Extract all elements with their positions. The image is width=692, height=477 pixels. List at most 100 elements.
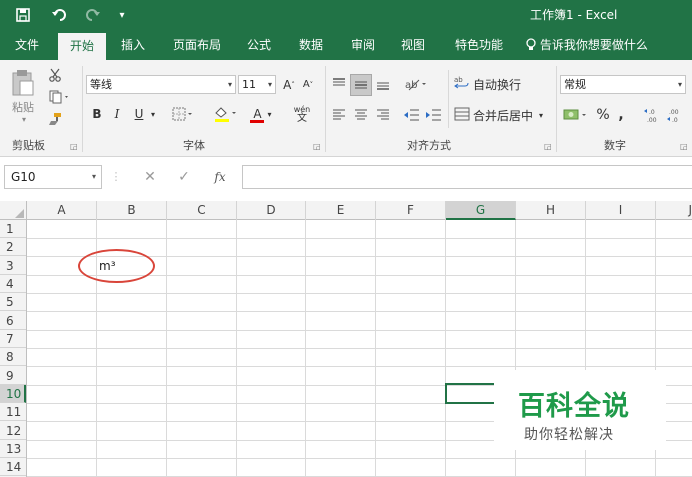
formula-input[interactable] [242, 165, 692, 189]
comma-style-button[interactable]: , [614, 105, 628, 125]
row-header-1[interactable]: 1 [0, 220, 26, 238]
chevron-down-icon: ▾ [677, 80, 682, 89]
row-header-5[interactable]: 5 [0, 293, 26, 311]
grow-font-button[interactable]: A ˄ [281, 75, 297, 94]
tab-review[interactable]: 审阅 [342, 30, 384, 60]
column-header-i[interactable]: I [586, 201, 656, 220]
orientation-icon[interactable]: ab [404, 74, 430, 94]
cancel-icon[interactable]: ✕ [140, 165, 160, 189]
font-size-combo[interactable]: 11 ▾ [238, 75, 276, 94]
row-header-13[interactable]: 13 [0, 440, 26, 458]
wrap-text-button[interactable]: ab 自动换行 [454, 74, 528, 94]
undo-icon[interactable] [44, 0, 76, 30]
column-header-g[interactable]: G [446, 201, 516, 220]
gridline [375, 220, 376, 477]
row-header-14[interactable]: 14 [0, 458, 26, 476]
align-left-icon[interactable] [330, 105, 348, 125]
merge-center-button[interactable]: 合并后居中 ▾ [454, 105, 550, 125]
enter-icon[interactable]: ✓ [174, 165, 194, 189]
column-header-a[interactable]: A [27, 201, 97, 220]
column-header-j[interactable]: J [656, 201, 692, 220]
insert-function-button[interactable]: fx [208, 165, 232, 189]
format-painter-icon[interactable] [46, 110, 64, 128]
select-all-triangle-icon [15, 209, 24, 218]
phonetic-guide-button[interactable]: wén 文 [288, 102, 316, 126]
cut-icon[interactable] [46, 66, 64, 84]
align-right-icon[interactable] [374, 105, 392, 125]
svg-text:ab: ab [405, 80, 417, 91]
gridline [166, 220, 167, 477]
underline-button[interactable]: U [131, 104, 147, 124]
row-header-3[interactable]: 3 [0, 257, 26, 275]
paste-icon[interactable] [8, 68, 38, 98]
tab-special-features[interactable]: 特色功能 [446, 30, 512, 60]
shrink-font-button[interactable]: A ˅ [300, 75, 316, 94]
paste-dropdown-icon[interactable]: ▾ [14, 114, 34, 124]
group-separator [82, 66, 83, 152]
italic-button[interactable]: I [109, 104, 125, 124]
increase-decimal-button[interactable]: .0.00 [642, 105, 662, 125]
tab-data[interactable]: 数据 [290, 30, 332, 60]
row-header-11[interactable]: 11 [0, 403, 26, 421]
fill-color-button[interactable] [212, 104, 240, 124]
tab-insert[interactable]: 插入 [112, 30, 154, 60]
chevron-down-icon: ▾ [227, 80, 232, 89]
column-header-d[interactable]: D [237, 201, 306, 220]
accounting-format-icon[interactable] [562, 105, 592, 125]
align-top-icon[interactable] [330, 74, 348, 94]
align-bottom-icon[interactable] [374, 74, 392, 94]
decrease-indent-icon[interactable] [402, 105, 422, 125]
font-color-swatch [250, 120, 265, 123]
tell-me-box[interactable]: 告诉我你想要做什么 [526, 30, 648, 60]
align-center-icon[interactable] [352, 105, 370, 125]
font-name-value: 等线 [90, 78, 112, 91]
column-header-h[interactable]: H [516, 201, 586, 220]
row-header-12[interactable]: 12 [0, 422, 26, 440]
paste-label[interactable]: 粘贴 [6, 100, 40, 114]
decrease-decimal-button[interactable]: .00.0 [664, 105, 686, 125]
increase-indent-icon[interactable] [424, 105, 444, 125]
font-launcher-icon[interactable]: ◲ [313, 142, 321, 151]
tab-view[interactable]: 视图 [392, 30, 434, 60]
formula-bar: G10 ▾ ⋮ ✕ ✓ fx [0, 157, 692, 201]
group-separator [325, 66, 326, 152]
chevron-down-icon: ▾ [539, 110, 544, 120]
gridline [27, 330, 692, 331]
copy-icon[interactable] [46, 88, 74, 106]
align-middle-icon[interactable] [350, 74, 372, 96]
clipboard-launcher-icon[interactable]: ◲ [70, 142, 78, 151]
column-header-f[interactable]: F [376, 201, 446, 220]
row-header-2[interactable]: 2 [0, 238, 26, 256]
name-box[interactable]: G10 ▾ [4, 165, 102, 189]
customize-icon[interactable]: ▾ [114, 0, 130, 30]
save-icon[interactable] [12, 0, 34, 30]
title-bar: ▾ 工作簿1 - Excel [0, 0, 692, 30]
alignment-launcher-icon[interactable]: ◲ [544, 142, 552, 151]
row-header-4[interactable]: 4 [0, 275, 26, 293]
underline-dropdown-icon[interactable]: ▾ [148, 104, 158, 124]
font-name-combo[interactable]: 等线 ▾ [86, 75, 236, 94]
column-header-b[interactable]: B [97, 201, 167, 220]
bold-button[interactable]: B [89, 104, 105, 124]
number-launcher-icon[interactable]: ◲ [680, 142, 688, 151]
tab-page-layout[interactable]: 页面布局 [164, 30, 230, 60]
alignment-group-label: 对齐方式 [407, 139, 451, 152]
tab-file[interactable]: 文件 [6, 30, 48, 60]
row-header-7[interactable]: 7 [0, 330, 26, 348]
font-color-button[interactable]: A ▾ [246, 104, 276, 124]
row-header-9[interactable]: 9 [0, 367, 26, 385]
formula-bar-grip-icon[interactable]: ⋮ [110, 165, 122, 189]
column-header-e[interactable]: E [306, 201, 376, 220]
redo-icon[interactable] [80, 0, 108, 30]
row-header-10[interactable]: 10 [0, 385, 26, 403]
column-header-c[interactable]: C [167, 201, 237, 220]
tab-home[interactable]: 开始 [58, 33, 106, 60]
percent-style-button[interactable]: % [594, 105, 612, 125]
number-group-label: 数字 [604, 139, 626, 152]
borders-button[interactable] [170, 104, 196, 124]
tab-formulas[interactable]: 公式 [238, 30, 280, 60]
row-header-8[interactable]: 8 [0, 348, 26, 366]
select-all-button[interactable] [0, 201, 27, 220]
row-header-6[interactable]: 6 [0, 312, 26, 330]
number-format-combo[interactable]: 常规 ▾ [560, 75, 686, 94]
